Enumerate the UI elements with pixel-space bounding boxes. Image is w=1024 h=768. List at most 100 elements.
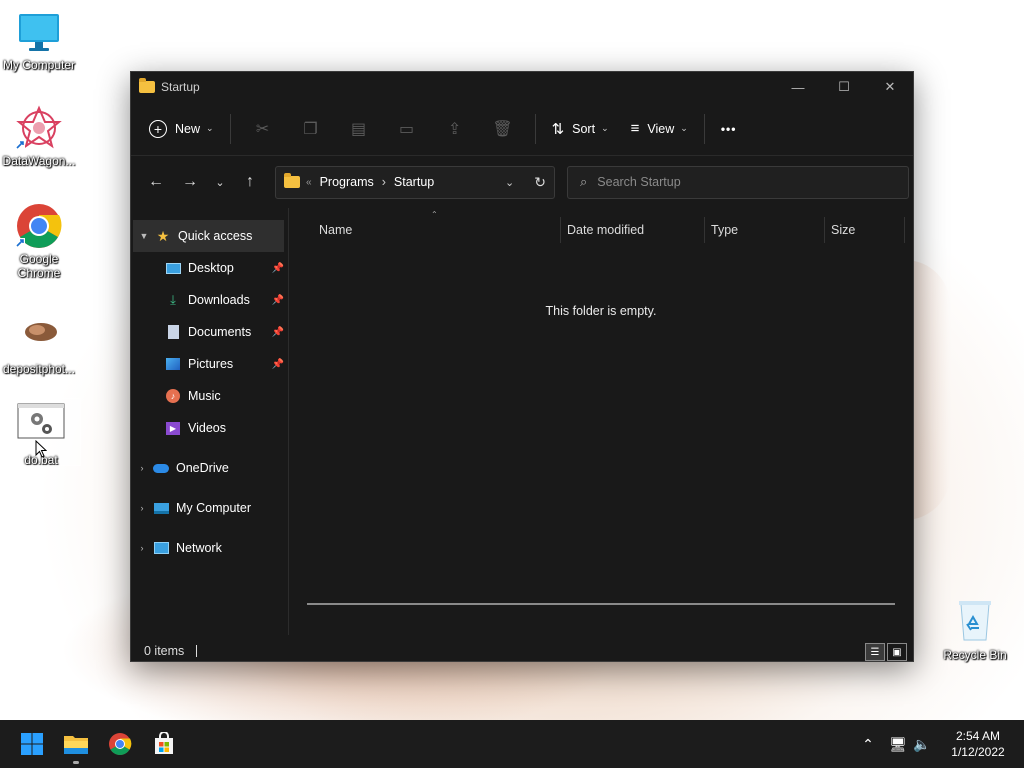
video-icon: ▶ [165, 420, 181, 436]
chevron-right-icon[interactable]: › [131, 503, 153, 513]
back-button[interactable]: ← [139, 165, 173, 199]
desktop-icon-label: My Computer [2, 58, 76, 72]
desktop-icon-my-computer[interactable]: My Computer [0, 8, 78, 72]
picture-icon [165, 356, 181, 372]
file-explorer-window[interactable]: Startup — ☐ ✕ + New ⌄ ✂ ❐ ▤ ▭ ⇪ 🗑 ⇅ Sort… [130, 71, 914, 662]
address-overflow[interactable]: « [306, 177, 312, 188]
nav-item-music[interactable]: ♪ Music [131, 380, 288, 412]
nav-item-videos[interactable]: ▶ Videos [131, 412, 288, 444]
sort-button-label: Sort [572, 121, 596, 136]
pin-icon: 📌 [271, 262, 284, 274]
nav-item-documents[interactable]: Documents 📌 [131, 316, 288, 348]
column-type[interactable]: Type [705, 217, 825, 243]
nav-label: Music [188, 389, 221, 403]
nav-item-pictures[interactable]: Pictures 📌 [131, 348, 288, 380]
nav-my-computer[interactable]: › My Computer [131, 492, 288, 524]
network-status-icon[interactable]: 🖥 [886, 736, 910, 753]
clock[interactable]: 2:54 AM 1/12/2022 [950, 728, 1006, 760]
taskbar-file-explorer[interactable] [54, 722, 98, 766]
chrome-icon [15, 202, 63, 250]
breadcrumb-programs[interactable]: Programs [320, 175, 374, 189]
store-icon [155, 732, 173, 754]
clock-time: 2:54 AM [955, 729, 1001, 743]
network-icon [153, 540, 169, 556]
cut-button[interactable]: ✂ [239, 112, 287, 146]
details-view-button[interactable]: ☰ [865, 643, 885, 661]
delete-button[interactable]: 🗑 [479, 112, 527, 146]
column-size[interactable]: Size [825, 217, 905, 243]
nav-label: Network [176, 541, 222, 555]
nav-quick-access[interactable]: ▼ ★ Quick access [133, 220, 284, 252]
nav-label: Pictures [188, 357, 234, 371]
datawagon-logo-icon [15, 104, 63, 152]
more-options-button[interactable]: ••• [713, 112, 745, 146]
new-button-label: New [175, 121, 201, 136]
up-button[interactable]: ↑ [233, 165, 267, 199]
plus-circle-icon: + [149, 119, 167, 138]
divider [703, 113, 705, 144]
file-list[interactable]: ⌃ Name Date modified Type Size This fold… [289, 208, 913, 635]
view-button-label: View [647, 121, 675, 136]
address-bar[interactable]: « Programs › Startup ⌄ ↻ [275, 165, 555, 199]
maximize-button[interactable]: ☐ [821, 72, 867, 102]
paste-button[interactable]: ▤ [335, 112, 383, 146]
chevron-up-icon: ⌃ [862, 735, 874, 752]
desktop-icon-depositphotos[interactable]: depositphot... [0, 312, 78, 376]
taskbar-chrome[interactable] [98, 722, 142, 766]
taskbar: ⌃ 🖥 🔈 2:54 AM 1/12/2022 [0, 720, 1024, 768]
close-button[interactable]: ✕ [867, 72, 913, 102]
folder-icon [139, 78, 155, 93]
column-date-modified[interactable]: Date modified [561, 217, 705, 243]
chevron-right-icon[interactable]: › [131, 463, 153, 473]
window-title: Startup [161, 80, 200, 94]
nav-network[interactable]: › Network [131, 532, 288, 564]
start-button[interactable] [10, 722, 54, 766]
view-button[interactable]: ≡ View ⌄ [623, 112, 696, 146]
breadcrumb-startup[interactable]: Startup [394, 175, 434, 189]
desktop-icon-recycle-bin[interactable]: Recycle Bin [936, 598, 1014, 662]
recycle-bin-icon [951, 598, 999, 646]
nav-label: Desktop [188, 261, 234, 275]
sort-icon: ⇅ [551, 120, 565, 138]
share-button[interactable]: ⇪ [431, 112, 479, 146]
download-icon: ⤓ [170, 292, 176, 307]
chevron-down-icon[interactable]: ▼ [133, 231, 155, 241]
scissors-icon: ✂ [255, 120, 270, 138]
nav-item-downloads[interactable]: ⤓ Downloads 📌 [131, 284, 288, 316]
copy-button[interactable]: ❐ [287, 112, 335, 146]
taskbar-store[interactable] [142, 722, 186, 766]
chrome-icon [109, 733, 132, 755]
nav-label: Downloads [188, 293, 250, 307]
refresh-button[interactable]: ↻ [534, 174, 546, 191]
forward-button[interactable]: → [173, 165, 207, 199]
clock-date: 1/12/2022 [951, 745, 1005, 759]
column-name[interactable]: Name [289, 217, 561, 243]
minimize-button[interactable]: — [775, 72, 821, 102]
pin-icon: 📌 [271, 294, 284, 306]
recent-locations-button[interactable]: ⌄ [207, 165, 233, 199]
tiles-view-button[interactable]: ▣ [887, 643, 907, 661]
folder-icon [284, 173, 300, 188]
address-dropdown-button[interactable]: ⌄ [505, 176, 514, 189]
volume-icon[interactable]: 🔈 [910, 736, 934, 753]
new-button[interactable]: + New ⌄ [141, 112, 222, 146]
nav-label: Quick access [178, 229, 253, 243]
details-view-icon: ☰ [870, 646, 880, 658]
chevron-down-icon: ⌄ [206, 123, 214, 133]
share-icon: ⇪ [447, 120, 462, 138]
desktop-icon-label: Recycle Bin [943, 648, 1007, 662]
desktop-icon-datawagon[interactable]: DataWagon... [0, 104, 78, 168]
nav-item-desktop[interactable]: Desktop 📌 [131, 252, 288, 284]
show-hidden-icons-button[interactable]: ⌃ [856, 736, 880, 753]
chevron-right-icon[interactable]: › [131, 543, 153, 553]
nav-onedrive[interactable]: › OneDrive [131, 452, 288, 484]
clipboard-icon: ▤ [351, 120, 367, 138]
rename-button[interactable]: ▭ [383, 112, 431, 146]
horizontal-scrollbar[interactable] [307, 603, 895, 605]
title-bar[interactable]: Startup — ☐ ✕ [131, 72, 913, 102]
arrow-right-icon: → [182, 173, 198, 190]
search-input[interactable]: ⌕ Search Startup [567, 165, 909, 199]
sort-button[interactable]: ⇅ Sort ⌄ [544, 112, 617, 146]
desktop-icon-chrome[interactable]: Google Chrome [0, 202, 78, 280]
trash-icon: 🗑 [492, 120, 513, 138]
